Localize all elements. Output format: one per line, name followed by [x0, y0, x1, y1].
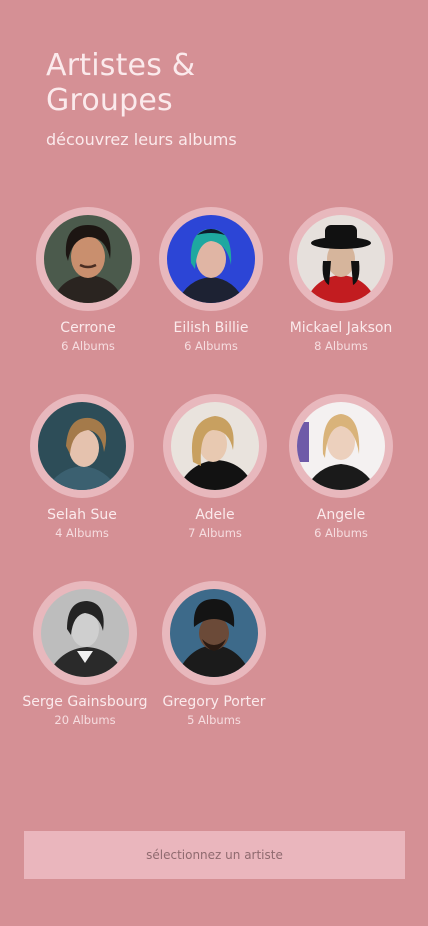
portrait-gregory-porter-icon: [170, 589, 258, 677]
artist-name: Serge Gainsbourg: [22, 694, 148, 710]
album-count: 6 Albums: [184, 339, 238, 353]
portrait-eilish-billie-icon: [167, 215, 255, 303]
portrait-serge-gainsbourg-icon: [41, 589, 129, 677]
page-title-line2: Groupes: [46, 83, 173, 118]
artist-card-selah-sue[interactable]: Selah Sue 4 Albums: [7, 394, 157, 540]
avatar-ring: [36, 207, 140, 311]
page-title: Artistes & Groupes: [46, 48, 386, 118]
portrait-selah-sue-icon: [38, 402, 126, 490]
album-count: 8 Albums: [314, 339, 368, 353]
portrait-angele-icon: [297, 402, 385, 490]
album-count: 4 Albums: [55, 526, 109, 540]
page-header: Artistes & Groupes découvrez leurs album…: [46, 48, 386, 149]
portrait-mickael-jakson-icon: [297, 215, 385, 303]
page-title-line1: Artistes &: [46, 48, 196, 83]
artist-card-angele[interactable]: Angele 6 Albums: [266, 394, 416, 540]
avatar-ring: [33, 581, 137, 685]
album-count: 20 Albums: [54, 713, 116, 727]
artist-name: Selah Sue: [47, 507, 117, 523]
artist-card-serge-gainsbourg[interactable]: Serge Gainsbourg 20 Albums: [10, 581, 160, 727]
artist-name: Mickael Jakson: [289, 320, 393, 336]
select-artist-button[interactable]: sélectionnez un artiste: [24, 831, 405, 879]
artist-card-gregory-porter[interactable]: Gregory Porter 5 Albums: [139, 581, 289, 727]
album-count: 6 Albums: [314, 526, 368, 540]
avatar-ring: [289, 394, 393, 498]
artist-name: Angele: [316, 507, 366, 523]
artist-name: Eilish Billie: [173, 320, 249, 336]
portrait-adele-icon: [171, 402, 259, 490]
artist-name: Gregory Porter: [162, 694, 266, 710]
avatar-ring: [159, 207, 263, 311]
avatar-ring: [163, 394, 267, 498]
portrait-cerrone-icon: [44, 215, 132, 303]
avatar-ring: [30, 394, 134, 498]
avatar-ring: [162, 581, 266, 685]
page-subtitle: découvrez leurs albums: [46, 130, 237, 149]
avatar-ring: [289, 207, 393, 311]
artist-card-mickael-jakson[interactable]: Mickael Jakson 8 Albums: [266, 207, 416, 353]
album-count: 5 Albums: [187, 713, 241, 727]
artist-card-eilish-billie[interactable]: Eilish Billie 6 Albums: [136, 207, 286, 353]
